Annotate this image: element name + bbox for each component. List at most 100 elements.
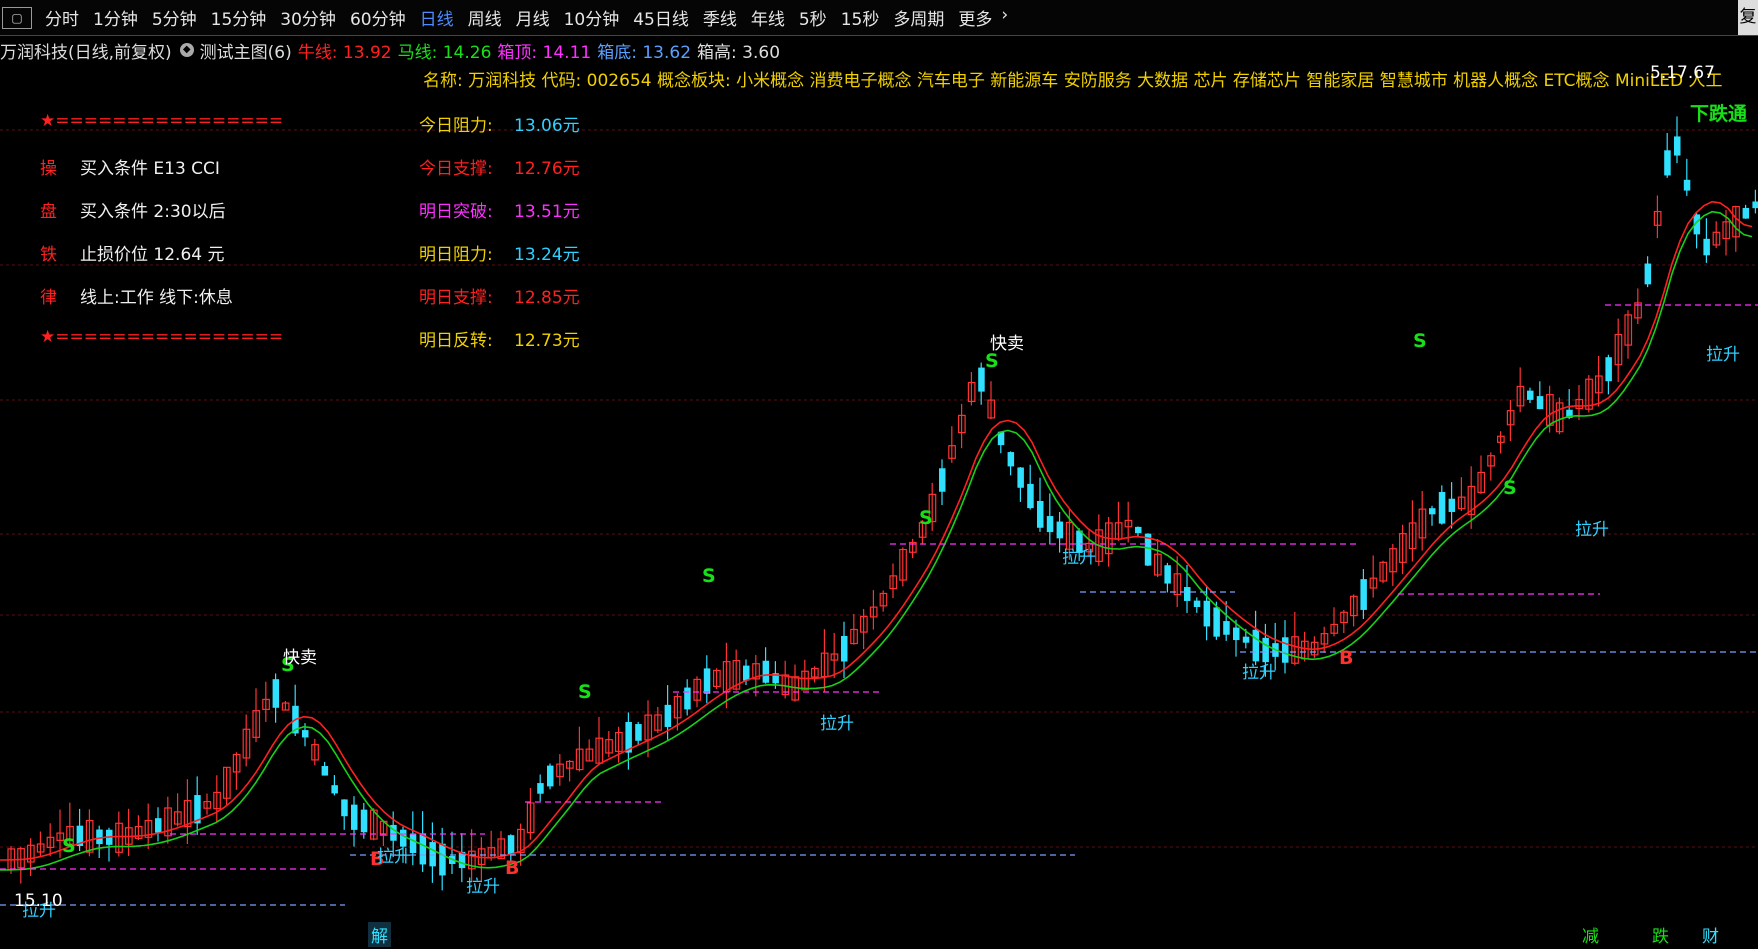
candle-down: [351, 804, 358, 830]
candlestick-chart[interactable]: SSSSSSSSB BB拉升拉升拉升拉升拉升拉升拉升拉升快卖快卖下跌通15.105…: [0, 36, 1758, 949]
period-tab[interactable]: 周线: [461, 5, 509, 30]
candle-down: [341, 799, 348, 817]
candle-down: [1752, 201, 1758, 209]
star-icon: ★: [40, 111, 56, 131]
rule-char: 铁: [40, 245, 57, 265]
candle-down: [1448, 498, 1456, 512]
b-buy-signal: B: [1339, 647, 1353, 669]
period-tab[interactable]: 1分钟: [86, 5, 145, 30]
lasheng-label: 拉升: [377, 847, 411, 867]
period-tab[interactable]: 60分钟: [343, 5, 413, 30]
candle-down: [1644, 263, 1652, 285]
candle-down: [272, 679, 280, 708]
b-buy-signal: B: [505, 857, 519, 879]
candle-down: [1262, 637, 1269, 663]
level-label: 明日支撑:: [419, 288, 493, 308]
candle-down: [321, 766, 329, 776]
period-tab[interactable]: 月线: [509, 5, 557, 30]
candle-down: [1252, 629, 1260, 662]
period-tab[interactable]: 10分钟: [557, 5, 627, 30]
candle-down: [360, 809, 368, 833]
period-tab[interactable]: 5秒: [792, 5, 834, 30]
period-tab[interactable]: 多周期: [886, 5, 951, 30]
price-tag-label: 15.10: [14, 891, 63, 911]
period-tab[interactable]: 5分钟: [145, 5, 204, 30]
candle-down: [419, 833, 427, 865]
candle-down: [439, 843, 446, 876]
window-menu-icon[interactable]: ▢: [2, 6, 32, 29]
level-value: 13.24元: [514, 245, 580, 265]
lasheng-label: 拉升: [466, 877, 500, 897]
top-price-label: 5.17.67: [1650, 63, 1715, 83]
period-tab[interactable]: 日线: [413, 5, 461, 30]
candle-down: [429, 842, 436, 867]
period-tab[interactable]: 15秒: [834, 5, 887, 30]
s-sell-signal: S: [919, 507, 933, 529]
level-label: 明日突破:: [419, 202, 493, 222]
s-sell-signal: S: [1413, 330, 1427, 352]
lasheng-label: 拉升: [1706, 345, 1740, 365]
rule-char: 盘: [40, 202, 57, 222]
rule-text: 线上:工作 线下:休息: [80, 288, 233, 308]
xiadie-label: 下跌通: [1690, 102, 1748, 125]
level-label: 明日反转:: [419, 331, 493, 351]
level-label: 今日阻力:: [419, 116, 493, 136]
candle-down: [331, 785, 338, 794]
period-tab[interactable]: 分时: [38, 5, 86, 30]
candle-down: [1527, 390, 1534, 400]
rule-text: 止损价位 12.64 元: [80, 245, 225, 265]
candle-down: [1223, 621, 1230, 635]
candle-down: [1213, 607, 1220, 637]
candle-down: [1674, 136, 1681, 156]
level-value: 13.06元: [514, 116, 580, 136]
candle-down: [1164, 565, 1171, 584]
period-toolbar: ▢ 分时 1分钟 5分钟 15分钟 30分钟 60分钟 日线 周线 月线 10分钟 45日线 季线 年线…: [0, 0, 1758, 36]
level-value: 12.76元: [514, 159, 580, 179]
period-tab[interactable]: 季线: [696, 5, 744, 30]
period-tab[interactable]: 15分钟: [204, 5, 274, 30]
candle-down: [664, 704, 672, 727]
kuaimai-label: 快卖: [990, 334, 1024, 354]
candle-down: [1683, 179, 1691, 191]
candle-down: [939, 468, 946, 492]
candle-down: [762, 660, 770, 683]
lasheng-label: 拉升: [1575, 520, 1609, 540]
lasheng-label: 拉升: [820, 714, 854, 734]
period-tab[interactable]: 年线: [744, 5, 792, 30]
candle-down: [507, 835, 515, 855]
candle-down: [1664, 150, 1671, 176]
period-tab[interactable]: 更多: [951, 5, 999, 30]
lasheng-label: 拉升: [1242, 663, 1276, 683]
candle-down: [635, 724, 642, 741]
candle-down: [978, 367, 985, 392]
candle-down: [1438, 492, 1446, 524]
candle-down: [1429, 508, 1436, 515]
candle-down: [400, 829, 407, 847]
restore-button[interactable]: 复: [1738, 0, 1758, 35]
candle-down: [1017, 467, 1024, 488]
level-value: 12.73元: [514, 331, 580, 351]
candle-down: [96, 829, 103, 845]
candle-down: [703, 668, 711, 694]
panel-separator-top: ★================: [40, 111, 284, 131]
candle-down: [1184, 587, 1191, 601]
ma-line: [0, 210, 1753, 871]
candle-down: [1742, 207, 1750, 219]
candle-down: [302, 730, 309, 738]
candle-down: [1193, 600, 1201, 607]
chevron-right-icon[interactable]: ›: [999, 5, 1010, 30]
level-value: 13.51元: [514, 202, 580, 222]
rule-text: 买入条件 E13 CCI: [80, 159, 220, 179]
candle-down: [1282, 637, 1289, 663]
die-marker: 跌: [1652, 927, 1669, 947]
rule-text: 买入条件 2:30以后: [80, 202, 226, 222]
candle-down: [684, 687, 691, 710]
candle-down: [1360, 579, 1367, 610]
jie-marker: 解: [368, 922, 391, 947]
period-tab[interactable]: 45日线: [626, 5, 696, 30]
s-sell-signal: S: [1503, 477, 1517, 499]
candle-down: [1605, 357, 1612, 382]
level-label: 今日支撑:: [419, 159, 493, 179]
s-sell-signal: S: [702, 565, 716, 587]
period-tab[interactable]: 30分钟: [273, 5, 343, 30]
